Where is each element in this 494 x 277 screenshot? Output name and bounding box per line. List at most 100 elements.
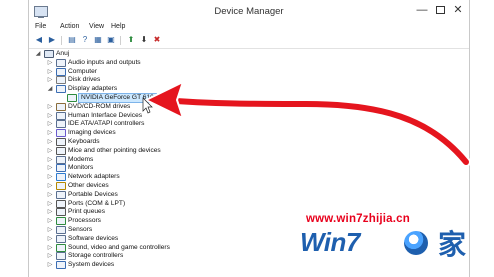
menu-view[interactable]: View	[89, 23, 104, 30]
watermark-globe-icon	[404, 231, 428, 255]
computer-icon	[56, 67, 66, 76]
expand-icon[interactable]: ▷	[47, 129, 53, 137]
expand-icon[interactable]: ▷	[47, 68, 53, 76]
unknown-device-icon	[56, 182, 66, 190]
tree-category-label: Portable Devices	[68, 190, 118, 198]
disk-drive-icon	[56, 76, 66, 85]
mouse-icon	[56, 146, 66, 155]
uninstall-icon[interactable]: ✖	[152, 35, 162, 45]
expand-icon[interactable]: ▷	[47, 112, 53, 120]
expand-icon[interactable]: ▷	[47, 208, 53, 216]
monitor-icon	[56, 164, 66, 173]
expand-icon[interactable]: ▷	[47, 103, 53, 111]
toolbar: ◀ ▶ ▤ ? ▦ ▣ ⬆ ⬇ ✖	[29, 34, 469, 49]
keyboard-icon	[56, 138, 66, 146]
expand-icon[interactable]: ▷	[47, 147, 53, 155]
hid-icon	[56, 111, 66, 120]
software-device-icon	[56, 234, 66, 243]
display-device-icon	[67, 94, 77, 102]
tree-category-label: Computer	[68, 67, 97, 75]
tree-category-label: Human Interface Devices	[68, 111, 143, 119]
menu-action[interactable]: Action	[60, 23, 79, 30]
watermark-url: www.win7zhijia.cn	[306, 213, 410, 225]
modem-icon	[56, 155, 66, 164]
tree-category-label: Modems	[68, 155, 94, 163]
tree-category-label: IDE ATA/ATAPI controllers	[68, 120, 145, 128]
tree-category-label: Imaging devices	[68, 129, 116, 137]
scan-icon[interactable]: ▣	[106, 35, 116, 45]
port-icon	[56, 199, 66, 208]
expand-icon[interactable]: ▷	[47, 261, 53, 269]
disable-icon[interactable]: ⬇	[139, 35, 149, 45]
title-bar: Device Manager — ✕	[29, 0, 469, 22]
menu-bar: File Action View Help	[29, 20, 469, 34]
expand-icon[interactable]: ▷	[47, 226, 53, 234]
expand-icon[interactable]: ▷	[47, 173, 53, 181]
system-device-icon	[56, 261, 66, 270]
tree-category-label: Display adapters	[68, 85, 118, 93]
toolbar-separator	[120, 36, 121, 45]
tree-category-label: Ports (COM & LPT)	[68, 199, 126, 207]
expand-icon[interactable]: ▷	[47, 217, 53, 225]
tree-category-label: Processors	[68, 217, 101, 225]
tree-category-label: Print queues	[68, 208, 106, 216]
watermark-home-glyph: 家	[438, 229, 467, 260]
properties-icon[interactable]: ▤	[67, 35, 77, 45]
tree-category-label: Audio inputs and outputs	[68, 58, 141, 66]
network-adapter-icon	[56, 173, 66, 182]
expand-icon[interactable]: ▷	[47, 120, 53, 128]
expand-icon[interactable]: ▷	[47, 252, 53, 260]
selected-device-label: NVIDIA GeForce GT 610	[78, 93, 157, 103]
ide-controller-icon	[56, 120, 66, 129]
expand-icon[interactable]: ▷	[47, 164, 53, 172]
processor-icon	[56, 217, 66, 226]
back-icon[interactable]: ◀	[34, 35, 44, 45]
camera-icon	[56, 129, 66, 138]
view-icon[interactable]: ▦	[93, 35, 103, 45]
tree-category-label: Disk drives	[68, 76, 101, 84]
tree-category-label: Software devices	[68, 234, 119, 242]
collapse-icon[interactable]: ◢	[47, 85, 53, 93]
tree-category-label: Other devices	[68, 182, 109, 189]
tree-category-label: Sound, video and game controllers	[68, 243, 170, 251]
display-adapter-icon	[56, 85, 66, 94]
storage-controller-icon	[56, 252, 66, 261]
printer-icon	[56, 208, 66, 217]
portable-device-icon	[56, 190, 66, 199]
help-icon[interactable]: ?	[80, 35, 90, 45]
expand-icon[interactable]: ▷	[47, 200, 53, 208]
expand-icon[interactable]: ▷	[47, 138, 53, 146]
tree-root-label: Anuj	[56, 50, 70, 57]
tree-category-label: System devices	[68, 261, 115, 269]
expand-icon[interactable]: ▷	[47, 156, 53, 164]
expand-icon[interactable]: ▷	[47, 59, 53, 67]
expand-icon[interactable]: ▷	[47, 235, 53, 243]
forward-icon[interactable]: ▶	[47, 35, 57, 45]
computer-icon	[44, 50, 54, 58]
tree-category-label: Mice and other pointing devices	[68, 146, 161, 154]
speaker-icon	[56, 58, 66, 67]
sensor-icon	[56, 226, 66, 234]
tree-category-label: Sensors	[68, 226, 93, 233]
sound-controller-icon	[56, 243, 66, 252]
tree-category-label: Network adapters	[68, 173, 120, 181]
menu-file[interactable]: File	[35, 23, 46, 30]
expand-icon[interactable]: ▷	[47, 191, 53, 199]
minimize-button[interactable]: —	[413, 3, 431, 17]
window-title: Device Manager	[214, 6, 284, 17]
maximize-icon	[435, 6, 445, 14]
expand-icon[interactable]: ▷	[47, 182, 53, 190]
tree-category-label: DVD/CD-ROM drives	[68, 102, 131, 110]
expand-icon[interactable]: ▷	[47, 76, 53, 84]
update-driver-icon[interactable]: ⬆	[126, 35, 136, 45]
toolbar-separator	[61, 36, 62, 45]
tree-category-label: Storage controllers	[68, 252, 124, 260]
dvd-drive-icon	[56, 102, 66, 111]
collapse-icon[interactable]: ◢	[35, 50, 41, 58]
watermark-logo: Win7	[300, 227, 360, 257]
close-button[interactable]: ✕	[449, 3, 467, 17]
maximize-button[interactable]	[431, 3, 449, 17]
expand-icon[interactable]: ▷	[47, 244, 53, 252]
menu-help[interactable]: Help	[111, 23, 125, 30]
tree-category-label: Monitors	[68, 164, 94, 172]
